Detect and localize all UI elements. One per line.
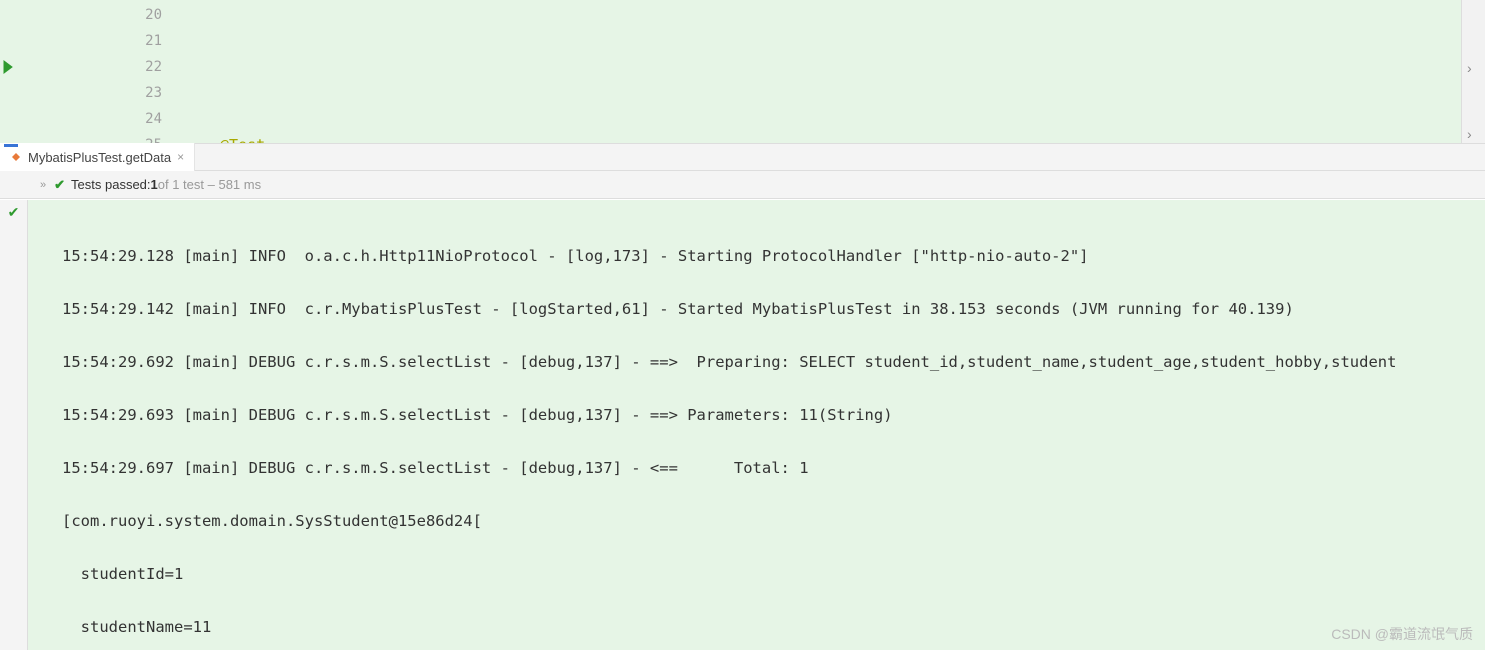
editor-right-gutter: › › <box>1461 0 1485 143</box>
console-line: 15:54:29.128 [main] INFO o.a.c.h.Http11N… <box>62 243 1485 270</box>
code-content[interactable]: @Test public void getData() { SysStudent… <box>170 0 1461 143</box>
run-tab[interactable]: MybatisPlusTest.getData × <box>0 143 195 171</box>
console-line: studentId=1 <box>62 561 1485 588</box>
chevron-right-icon[interactable]: › <box>1467 60 1472 76</box>
tests-passed-label: Tests passed: <box>71 177 151 192</box>
tool-strip: ✔ <box>0 200 28 650</box>
tab-label: MybatisPlusTest.getData <box>28 150 171 165</box>
line-gutter: 20 21 22 23 24 25 <box>0 0 170 143</box>
line-number: 20 <box>0 2 162 28</box>
chevron-right-icon[interactable]: › <box>1467 126 1472 142</box>
code-editor[interactable]: 20 21 22 23 24 25 @Test public void getD… <box>0 0 1485 143</box>
line-number: 24 <box>0 106 162 132</box>
check-icon[interactable]: ✔ <box>0 204 27 221</box>
console-line: studentName=11 <box>62 614 1485 641</box>
console-line: 15:54:29.692 [main] DEBUG c.r.s.m.S.sele… <box>62 349 1485 376</box>
test-tab-icon <box>10 151 22 163</box>
close-icon[interactable]: × <box>177 150 184 164</box>
watermark: CSDN @霸道流氓气质 <box>1331 624 1473 644</box>
active-tab-indicator <box>4 144 18 147</box>
line-number: 23 <box>0 80 162 106</box>
console-output[interactable]: 15:54:29.128 [main] INFO o.a.c.h.Http11N… <box>28 200 1485 650</box>
console-line: 15:54:29.697 [main] DEBUG c.r.s.m.S.sele… <box>62 455 1485 482</box>
code-line <box>220 54 1461 80</box>
check-icon: ✔ <box>54 177 65 193</box>
console-line: 15:54:29.142 [main] INFO c.r.MybatisPlus… <box>62 296 1485 323</box>
console-line: 15:54:29.693 [main] DEBUG c.r.s.m.S.sele… <box>62 402 1485 429</box>
line-number: 22 <box>0 54 162 80</box>
console-line: [com.ruoyi.system.domain.SysStudent@15e8… <box>62 508 1485 535</box>
chevron-right-icon[interactable]: » <box>40 179 46 191</box>
run-tab-bar: MybatisPlusTest.getData × <box>0 143 1485 171</box>
line-number: 21 <box>0 28 162 54</box>
tests-passed-count: 1 <box>151 177 158 192</box>
